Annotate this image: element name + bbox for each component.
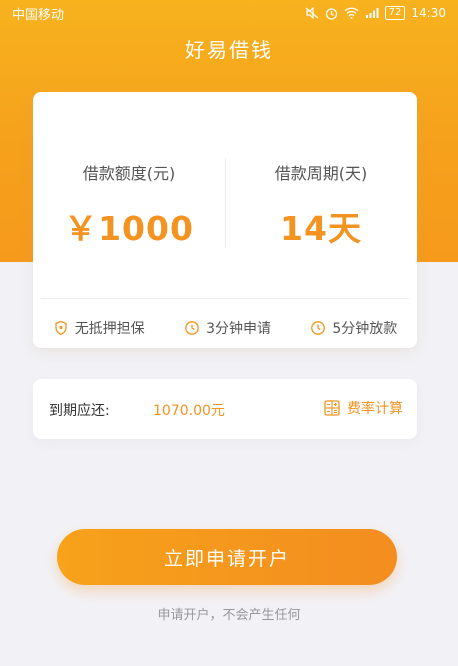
clock-icon (184, 320, 200, 336)
calculator-icon (323, 399, 341, 417)
loan-period-value: 14天 (280, 209, 362, 248)
mute-icon (305, 7, 319, 19)
loan-amount-block[interactable]: 借款额度(元) ￥1000 (33, 92, 225, 298)
alarm-icon (325, 7, 338, 20)
feature-label: 无抵押担保 (74, 321, 145, 337)
clock-time: 14:30 (411, 6, 446, 20)
feature-list: 无抵押担保 3分钟申请 5分钟放款 (33, 314, 417, 342)
loan-amount-value: ￥1000 (64, 209, 194, 248)
page-title: 好易借钱 (185, 38, 273, 62)
shield-icon (53, 320, 69, 336)
wifi-icon (344, 7, 359, 19)
feature-3-min-apply: 3分钟申请 (184, 318, 271, 338)
repay-label: 到期应还: (49, 403, 110, 419)
carrier-label: 中国移动 (12, 7, 65, 23)
feature-no-collateral: 无抵押担保 (53, 318, 145, 338)
repay-amount: 1070.00元 (153, 403, 225, 419)
feature-label: 3分钟申请 (206, 321, 271, 337)
loan-metrics: 借款额度(元) ￥1000 借款周期(天) 14天 (33, 92, 417, 298)
clock-icon (310, 320, 326, 336)
loan-amount-label: 借款额度(元) (82, 164, 176, 183)
status-icons: 72 14:30 (305, 6, 446, 20)
app-screen: 中国移动 72 14:30 好易借钱 借款额度(元) ￥1000 借款周期(天)… (0, 0, 458, 666)
feature-label: 5分钟放款 (332, 321, 398, 337)
status-bar: 中国移动 72 14:30 (0, 0, 458, 26)
loan-period-label: 借款周期(天) (274, 164, 368, 183)
loan-summary-card: 借款额度(元) ￥1000 借款周期(天) 14天 无抵押担保 3分钟申请 5分… (33, 92, 417, 348)
repayment-card: 到期应还: 1070.00元 费率计算 (33, 379, 417, 439)
feature-5-min-payout: 5分钟放款 (310, 318, 397, 338)
card-divider (41, 298, 409, 299)
signal-icon (365, 7, 379, 19)
rate-calculator-link[interactable]: 费率计算 (323, 398, 403, 418)
loan-period-block[interactable]: 借款周期(天) 14天 (225, 92, 417, 298)
rate-calc-label: 费率计算 (347, 401, 403, 417)
apply-note: 申请开户，不会产生任何 (157, 608, 301, 623)
battery-icon: 72 (384, 6, 406, 20)
apply-account-button[interactable]: 立即申请开户 (57, 529, 397, 585)
